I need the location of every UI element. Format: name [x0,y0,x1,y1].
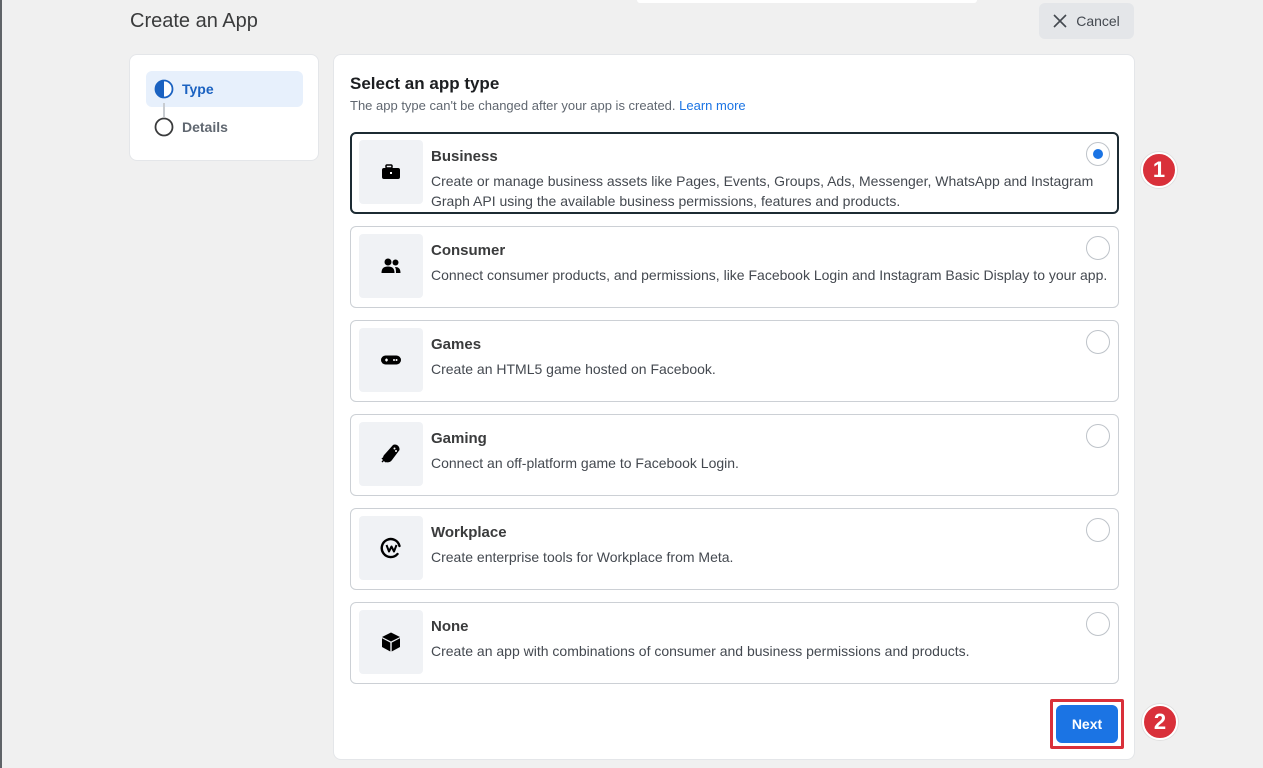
option-description: Create enterprise tools for Workplace fr… [431,549,734,565]
step-label: Type [182,81,214,97]
option-radio[interactable] [1086,518,1110,542]
option-business[interactable]: Business Create or manage business asset… [350,132,1119,214]
option-title: Games [431,336,482,353]
step-type[interactable]: Type [146,71,303,107]
cancel-label: Cancel [1076,13,1120,29]
option-icon-tile [359,610,423,674]
option-description: Create an app with combinations of consu… [431,643,970,659]
option-gaming[interactable]: Gaming Connect an off-platform game to F… [350,414,1119,496]
option-title: Workplace [431,524,507,541]
option-description: Connect an off-platform game to Facebook… [431,455,739,471]
next-button-highlight: Next [1050,699,1124,749]
option-radio[interactable] [1086,236,1110,260]
option-title: Consumer [431,242,506,259]
learn-more-link[interactable]: Learn more [679,98,745,113]
option-icon-tile [359,422,423,486]
step-label: Details [182,119,228,135]
option-title: Gaming [431,430,487,447]
people-icon [381,258,401,273]
option-games[interactable]: Games Create an HTML5 game hosted on Fac… [350,320,1119,402]
option-title: None [431,618,469,635]
option-radio[interactable] [1086,424,1110,448]
empty-circle-icon [154,117,174,137]
gamepad-icon [381,355,401,365]
option-consumer[interactable]: Consumer Connect consumer products, and … [350,226,1119,308]
option-none[interactable]: None Create an app with combinations of … [350,602,1119,684]
cancel-button[interactable]: Cancel [1039,3,1134,39]
annotation-badge-1: 1 [1141,152,1177,188]
steps-sidebar: Type Details [129,54,319,161]
top-search-bar-edge [637,0,977,3]
step-details[interactable]: Details [146,109,303,145]
option-icon-tile [359,328,423,392]
option-description: Create an HTML5 game hosted on Facebook. [431,361,716,377]
option-radio[interactable] [1086,142,1110,166]
half-circle-icon [154,79,174,99]
workplace-icon [380,537,401,559]
close-icon [1053,14,1067,28]
option-workplace[interactable]: Workplace Create enterprise tools for Wo… [350,508,1119,590]
option-icon-tile [359,516,423,580]
option-description: Create or manage business assets like Pa… [431,173,1094,209]
next-button[interactable]: Next [1056,705,1118,743]
cube-icon [382,632,400,652]
option-radio[interactable] [1086,330,1110,354]
page-title: Create an App [130,10,258,32]
app-type-panel: Select an app type The app type can't be… [333,54,1135,760]
option-description: Connect consumer products, and permissio… [431,267,1108,283]
window-edge [0,0,2,768]
option-icon-tile [359,234,423,298]
option-radio[interactable] [1086,612,1110,636]
briefcase-icon [382,164,400,179]
section-subtitle: The app type can't be changed after your… [350,98,746,113]
option-icon-tile [359,140,423,204]
annotation-badge-2: 2 [1142,704,1178,740]
option-title: Business [431,148,498,165]
controller-icon [381,444,400,463]
subtitle-text: The app type can't be changed after your… [350,98,676,113]
section-title: Select an app type [350,74,500,93]
radio-selected-dot [1093,149,1103,159]
